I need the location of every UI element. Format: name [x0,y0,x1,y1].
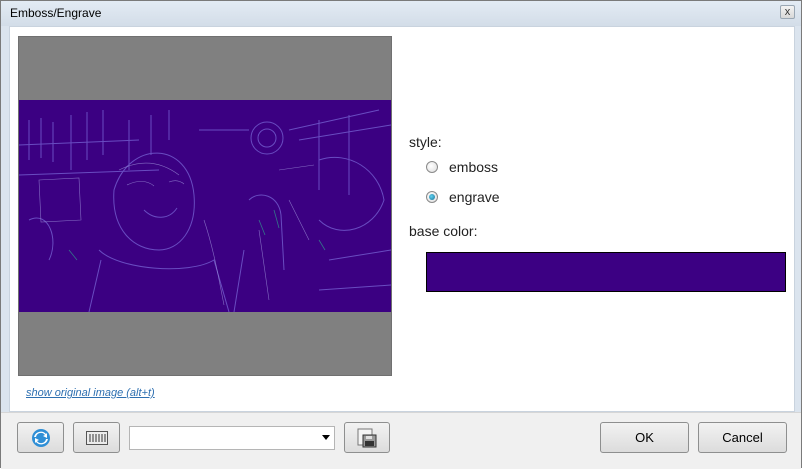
dialog-content: show original image (alt+t) style: embos… [9,26,795,412]
ok-button[interactable]: OK [600,422,689,453]
title-bar[interactable]: Emboss/Engrave x [1,1,801,26]
radio-emboss-label[interactable]: emboss [449,159,498,175]
show-original-link[interactable]: show original image (alt+t) [26,387,155,399]
window-title: Emboss/Engrave [10,6,102,20]
radio-emboss[interactable]: emboss [426,157,498,177]
radio-emboss-indicator[interactable] [426,161,438,173]
save-preset-button[interactable] [344,422,390,453]
dialog-footer: OK Cancel [1,412,801,469]
refresh-icon [31,428,50,447]
close-icon: x [784,6,791,18]
randomize-button[interactable] [73,422,120,453]
sliders-icon [85,430,108,445]
base-color-swatch[interactable] [426,252,786,292]
refresh-button[interactable] [17,422,64,453]
radio-engrave[interactable]: engrave [426,187,500,207]
close-button[interactable]: x [780,5,795,19]
chevron-down-icon[interactable] [322,435,330,440]
style-label: style: [409,134,442,150]
image-preview[interactable] [18,36,392,376]
save-preset-icon [357,428,377,447]
radio-engrave-indicator[interactable] [426,191,438,203]
cancel-button[interactable]: Cancel [698,422,787,453]
dialog-window: Emboss/Engrave x show original image (al… [0,0,802,469]
base-color-label: base color: [409,223,478,239]
radio-engrave-label[interactable]: engrave [449,189,500,205]
preset-dropdown[interactable] [129,426,335,450]
preview-image [19,100,391,312]
